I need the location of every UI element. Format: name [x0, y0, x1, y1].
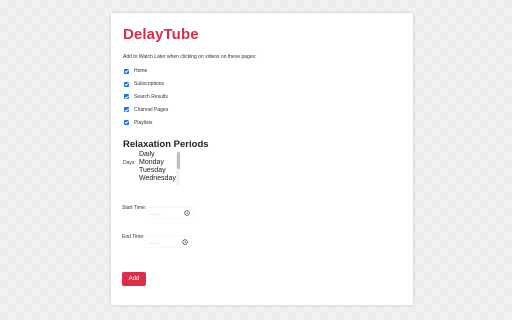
page-option-channel-pages[interactable]: Channel Pages — [123, 103, 401, 116]
watch-later-description: Add to Watch Later when clicking on vide… — [123, 54, 257, 60]
page-checkbox-list: Home Subscriptions Search Results Channe… — [123, 65, 401, 129]
page-option-playlists[interactable]: Playlists — [123, 116, 401, 129]
home-checkbox[interactable] — [124, 68, 129, 74]
start-time-value: --:-- -- — [150, 210, 162, 216]
page-option-home[interactable]: Home — [123, 65, 401, 78]
relaxation-periods-title: Relaxation Periods — [123, 138, 209, 150]
clock-icon[interactable] — [184, 210, 190, 216]
start-time-input[interactable]: --:-- -- — [147, 208, 193, 218]
day-option-monday[interactable]: Monday — [137, 159, 180, 167]
search-results-checkbox[interactable] — [124, 94, 129, 100]
end-time-value: --:-- -- — [148, 239, 160, 245]
page-option-subscriptions[interactable]: Subscriptions — [123, 78, 401, 91]
app-title: DelayTube — [123, 26, 199, 43]
subscriptions-label: Subscriptions — [134, 81, 165, 88]
search-results-label: Search Results — [134, 93, 168, 100]
add-button[interactable]: Add — [122, 272, 146, 286]
day-option-wednesday[interactable]: Wednesday — [137, 175, 180, 183]
subscriptions-checkbox[interactable] — [124, 81, 129, 87]
day-option-daily[interactable]: Daily — [137, 151, 180, 159]
day-option-tuesday[interactable]: Tuesday — [137, 167, 180, 175]
start-time-label: Start Time: — [122, 205, 147, 211]
days-scrollbar[interactable] — [176, 151, 180, 185]
end-time-label: End Time: — [122, 234, 145, 240]
days-scrollbar-thumb[interactable] — [176, 152, 180, 169]
end-time-input[interactable]: --:-- -- — [145, 237, 191, 247]
home-label: Home — [134, 68, 148, 75]
playlists-label: Playlists — [134, 119, 153, 126]
days-select[interactable]: Daily Monday Tuesday Wednesday — [137, 151, 180, 185]
page-option-search-results[interactable]: Search Results — [123, 91, 401, 104]
channel-pages-label: Channel Pages — [134, 106, 169, 113]
clock-icon[interactable] — [182, 239, 188, 245]
settings-card: DelayTube Add to Watch Later when clicki… — [111, 13, 413, 305]
playlists-checkbox[interactable] — [124, 120, 129, 126]
channel-pages-checkbox[interactable] — [124, 107, 129, 113]
